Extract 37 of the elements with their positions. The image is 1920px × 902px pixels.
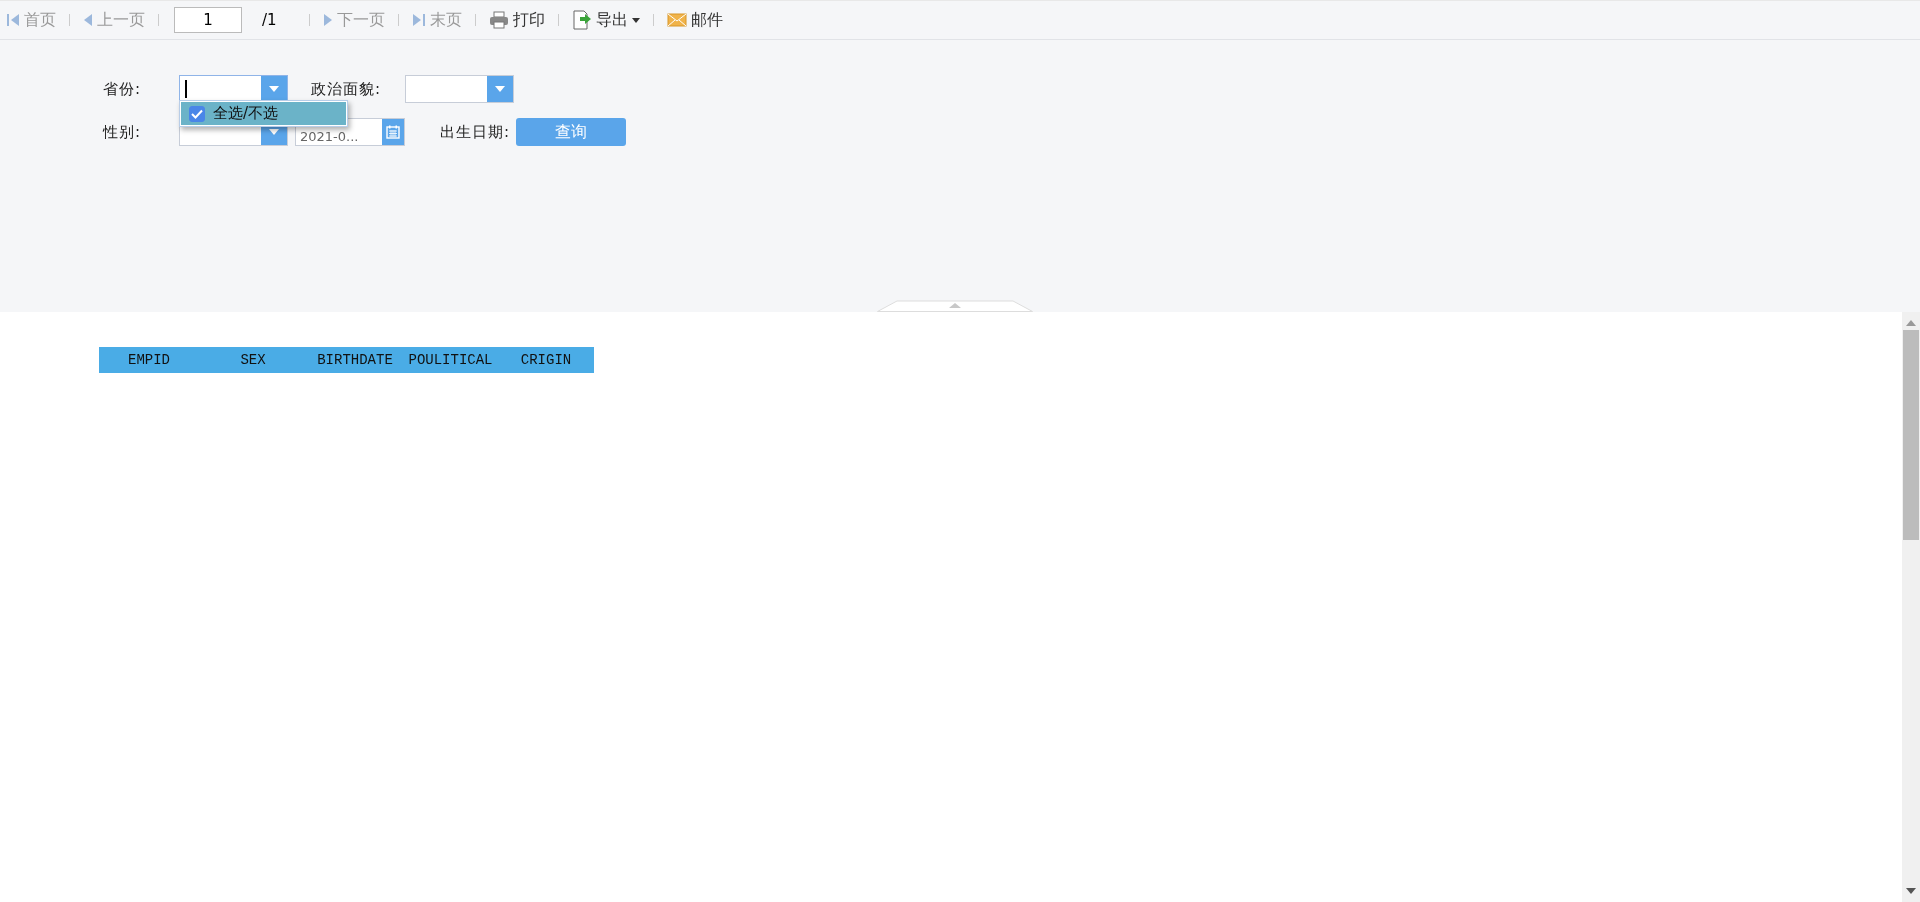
scrollbar[interactable] <box>1902 312 1920 902</box>
column-header: POULITICAL <box>407 352 494 368</box>
scroll-down-icon <box>1906 888 1916 894</box>
dropdown-arrow-icon <box>269 129 279 135</box>
collapse-handle[interactable] <box>877 300 1033 312</box>
field-label: 省份: <box>103 79 143 99</box>
first-page-icon <box>6 12 20 28</box>
field-label: 性别: <box>103 122 143 142</box>
column-header: CRIGIN <box>519 352 573 368</box>
toolbar-button[interactable]: 邮件 <box>665 9 725 31</box>
export-document-icon <box>572 10 592 30</box>
previous-page-icon <box>83 12 93 28</box>
scroll-thumb[interactable] <box>1903 330 1919 540</box>
scroll-up-icon <box>1906 320 1916 326</box>
field-label: 政治面貌: <box>311 79 383 99</box>
export-menu-button[interactable]: 导出 <box>570 9 642 31</box>
next-page-icon <box>323 12 333 28</box>
checkbox[interactable] <box>189 105 205 122</box>
printer-icon <box>489 11 509 29</box>
dropdown-field[interactable] <box>179 75 288 103</box>
field-label: 出生日期: <box>440 122 512 142</box>
column-header: EMPID <box>127 352 171 368</box>
select-all-option[interactable]: 全选/不选 <box>181 102 346 125</box>
dropdown-arrow-icon <box>269 86 279 92</box>
calendar-icon <box>386 125 400 139</box>
last-page-icon <box>412 12 426 28</box>
page-number-field[interactable]: 1 <box>174 7 242 33</box>
envelope-icon <box>667 12 687 28</box>
column-header: BIRTHDATE <box>316 352 394 368</box>
option-label: 全选/不选 <box>213 104 279 123</box>
check-icon <box>191 108 203 119</box>
dropdown-arrow-icon <box>495 86 505 92</box>
dropdown-field[interactable] <box>405 75 514 103</box>
column-header: SEX <box>239 352 267 368</box>
caret-icon <box>632 17 640 23</box>
toolbar-button[interactable]: 打印 <box>487 9 547 31</box>
page-total: /1 <box>262 11 278 29</box>
